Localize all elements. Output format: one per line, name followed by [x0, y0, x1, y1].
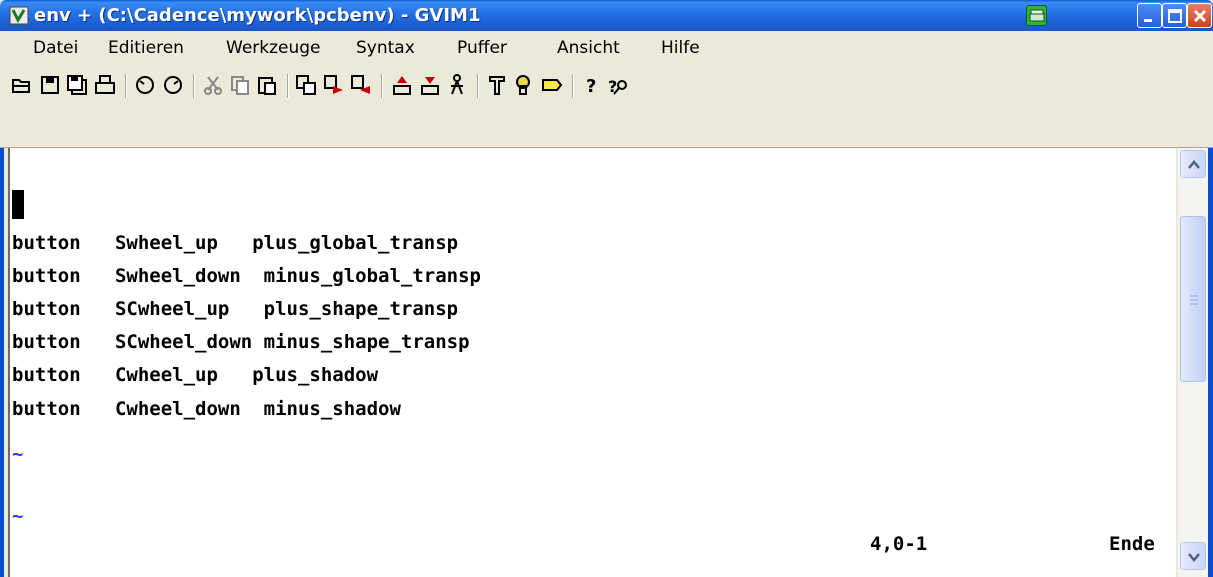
redo-icon[interactable]	[162, 74, 184, 96]
run-script-icon[interactable]	[446, 74, 468, 96]
empty-line-tilde: ~	[12, 505, 24, 527]
empty-line-tilde: ~	[12, 443, 24, 465]
code-line: button SCwheel_up plus_shape_transp	[12, 298, 459, 320]
toolbar-separator	[477, 74, 479, 98]
code-line: button Swheel_up plus_global_transp	[12, 232, 459, 254]
scroll-position-status: Ende	[1109, 533, 1155, 555]
title-bar[interactable]: env + (C:\Cadence\mywork\pcbenv) - GVIM1	[0, 0, 1213, 31]
window-title: env + (C:\Cadence\mywork\pcbenv) - GVIM1	[34, 5, 481, 26]
toolbar-separator	[125, 74, 127, 98]
code-line: button Swheel_down minus_global_transp	[12, 265, 481, 287]
code-line: button Cwheel_up plus_shadow	[12, 364, 379, 386]
menu-werkzeuge[interactable]: Werkzeuge	[226, 38, 321, 58]
help-icon[interactable]: ?	[581, 74, 603, 96]
cursor-position-status: 4,0-1	[870, 533, 928, 555]
replace-icon[interactable]	[295, 74, 317, 96]
paste-icon[interactable]	[256, 74, 278, 96]
toolbar-separator	[193, 74, 195, 98]
menu-ansicht[interactable]: Ansicht	[557, 38, 620, 58]
copy-icon[interactable]	[229, 74, 251, 96]
print-icon[interactable]	[94, 74, 116, 96]
save-session-icon[interactable]	[419, 74, 441, 96]
menu-syntax[interactable]: Syntax	[356, 38, 415, 58]
text-cursor	[12, 190, 24, 219]
scroll-thumb[interactable]	[1180, 216, 1206, 382]
toolbar-separator	[572, 74, 574, 98]
scroll-up-button[interactable]	[1180, 150, 1206, 178]
menu-editieren[interactable]: Editieren	[108, 38, 184, 58]
grip-icon	[1190, 295, 1198, 305]
open-icon[interactable]	[10, 74, 32, 96]
chevron-up-icon	[1188, 160, 1200, 169]
chevron-down-icon	[1188, 553, 1200, 562]
minimize-button[interactable]	[1137, 3, 1162, 28]
maximize-button[interactable]	[1162, 3, 1187, 28]
load-session-icon[interactable]	[391, 74, 413, 96]
build-tags-icon[interactable]	[512, 74, 534, 96]
vertical-scrollbar[interactable]	[1178, 148, 1208, 577]
toolbar-separator	[381, 74, 383, 98]
code-line: button Cwheel_down minus_shadow	[12, 398, 401, 420]
svg-text:?: ?	[586, 76, 596, 96]
printer-tray-icon[interactable]	[1026, 5, 1047, 26]
jump-to-tag-icon[interactable]	[541, 74, 563, 96]
save-all-icon[interactable]	[66, 74, 88, 96]
close-button[interactable]	[1187, 3, 1212, 28]
find-next-icon[interactable]	[323, 74, 345, 96]
menu-datei[interactable]: Datei	[33, 38, 78, 58]
menu-puffer[interactable]: Puffer	[457, 38, 507, 58]
scroll-down-button[interactable]	[1180, 542, 1206, 570]
menu-bar: Datei Editieren Werkzeuge Syntax Puffer …	[0, 31, 1213, 63]
gvim-app-icon[interactable]	[9, 6, 29, 25]
find-prev-icon[interactable]	[350, 74, 372, 96]
find-help-icon[interactable]: ?	[607, 74, 629, 96]
make-icon[interactable]	[486, 74, 508, 96]
undo-icon[interactable]	[134, 74, 156, 96]
editor-text-area[interactable]: button Swheel_up plus_global_transp butt…	[8, 148, 1176, 577]
cut-icon[interactable]	[202, 74, 224, 96]
code-line: button SCwheel_down minus_shape_transp	[12, 331, 470, 353]
toolbar-separator	[287, 74, 289, 98]
menu-hilfe[interactable]: Hilfe	[661, 38, 700, 58]
save-icon[interactable]	[39, 74, 61, 96]
